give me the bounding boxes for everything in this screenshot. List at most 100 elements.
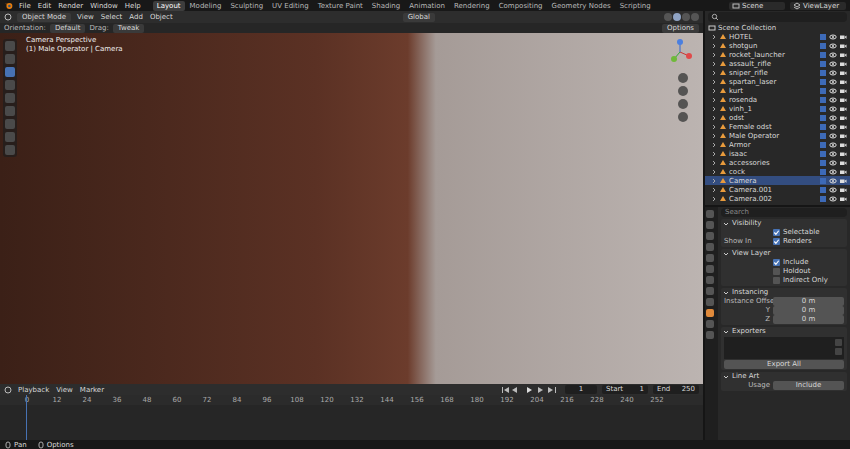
clock-icon[interactable]: [4, 386, 12, 394]
expand-arrow-icon[interactable]: [711, 88, 717, 94]
navigation-gizmo-icon[interactable]: [665, 37, 695, 67]
expand-arrow-icon[interactable]: [711, 187, 717, 193]
move-tool-icon[interactable]: [5, 67, 15, 77]
checkbox-icon[interactable]: [819, 78, 827, 86]
camera-icon[interactable]: [839, 78, 847, 86]
checkbox-icon[interactable]: [819, 195, 827, 203]
checkbox[interactable]: [773, 268, 780, 275]
eye-icon[interactable]: [829, 159, 837, 167]
select-tool-icon[interactable]: [5, 41, 15, 51]
timeline-menu-item[interactable]: Playback: [17, 386, 50, 394]
viewport-menu-item[interactable]: Select: [100, 13, 124, 21]
playback-controls-icon[interactable]: [500, 386, 560, 394]
expand-arrow-icon[interactable]: [711, 52, 717, 58]
properties-tab-icon[interactable]: [706, 287, 714, 295]
menu-item[interactable]: File: [18, 2, 32, 10]
workspace-tab[interactable]: Compositing: [495, 1, 547, 11]
eye-icon[interactable]: [829, 78, 837, 86]
checkbox-icon[interactable]: [819, 69, 827, 77]
checkbox-icon[interactable]: [819, 177, 827, 185]
menu-item[interactable]: Render: [57, 2, 84, 10]
expand-arrow-icon[interactable]: [711, 133, 717, 139]
outliner-item[interactable]: vinh_1: [705, 104, 850, 113]
camera-icon[interactable]: [839, 168, 847, 176]
camera-icon[interactable]: [839, 42, 847, 50]
eye-icon[interactable]: [829, 60, 837, 68]
transform-tool-icon[interactable]: [5, 106, 15, 116]
pan-icon[interactable]: [678, 86, 688, 96]
view-layer-selector[interactable]: ViewLayer: [790, 2, 846, 10]
properties-tab-icon[interactable]: [706, 276, 714, 284]
camera-icon[interactable]: [839, 96, 847, 104]
timeline-menu-item[interactable]: Marker: [79, 386, 105, 394]
expand-arrow-icon[interactable]: [711, 169, 717, 175]
value-field[interactable]: 0 m: [773, 297, 844, 306]
camera-icon[interactable]: [839, 105, 847, 113]
properties-tab-icon[interactable]: [706, 210, 714, 218]
camera-view-icon[interactable]: [678, 99, 688, 109]
eye-icon[interactable]: [829, 105, 837, 113]
eye-icon[interactable]: [829, 168, 837, 176]
properties-tab-icon[interactable]: [706, 320, 714, 328]
add-icon[interactable]: [835, 339, 842, 346]
workspace-tab[interactable]: UV Editing: [268, 1, 313, 11]
outliner-item[interactable]: rosenda: [705, 95, 850, 104]
current-frame-field[interactable]: 1: [565, 385, 597, 394]
checkbox-icon[interactable]: [819, 105, 827, 113]
viewport-menu-item[interactable]: Add: [128, 13, 144, 21]
options-dropdown[interactable]: Options: [662, 24, 699, 33]
viewport-menu-item[interactable]: Object: [149, 13, 174, 21]
outliner-root[interactable]: Scene Collection: [705, 23, 850, 32]
zoom-icon[interactable]: [678, 73, 688, 83]
outliner-item[interactable]: Female odst: [705, 122, 850, 131]
workspace-tab[interactable]: Shading: [368, 1, 404, 11]
checkbox-icon[interactable]: [819, 168, 827, 176]
checkbox-icon[interactable]: [819, 186, 827, 194]
eye-icon[interactable]: [829, 186, 837, 194]
camera-icon[interactable]: [839, 114, 847, 122]
end-frame-field[interactable]: End250: [653, 385, 699, 394]
start-frame-field[interactable]: Start1: [602, 385, 648, 394]
checkbox-icon[interactable]: [819, 150, 827, 158]
outliner-item[interactable]: rocket_launcher: [705, 50, 850, 59]
expand-arrow-icon[interactable]: [711, 142, 717, 148]
eye-icon[interactable]: [829, 123, 837, 131]
checkbox-icon[interactable]: [819, 141, 827, 149]
checkbox-icon[interactable]: [819, 114, 827, 122]
cursor-tool-icon[interactable]: [5, 54, 15, 64]
properties-tab-icon[interactable]: [706, 254, 714, 262]
eye-icon[interactable]: [829, 33, 837, 41]
expand-arrow-icon[interactable]: [711, 160, 717, 166]
mode-dropdown[interactable]: Object Mode: [17, 13, 71, 22]
expand-arrow-icon[interactable]: [711, 70, 717, 76]
expand-arrow-icon[interactable]: [711, 115, 717, 121]
workspace-tab[interactable]: Texture Paint: [314, 1, 367, 11]
workspace-tab[interactable]: Layout: [153, 1, 185, 11]
properties-tab-icon[interactable]: [706, 232, 714, 240]
camera-icon[interactable]: [839, 159, 847, 167]
checkbox-icon[interactable]: [819, 60, 827, 68]
orientation-dropdown[interactable]: Default: [50, 24, 86, 33]
outliner-item[interactable]: shotgun: [705, 41, 850, 50]
workspace-tab[interactable]: Geometry Nodes: [548, 1, 615, 11]
checkbox-icon[interactable]: [819, 51, 827, 59]
outliner-item[interactable]: Camera: [705, 176, 850, 185]
section-header[interactable]: Exporters: [721, 327, 847, 336]
properties-tab-icon[interactable]: [706, 298, 714, 306]
checkbox[interactable]: [773, 259, 780, 266]
add-cube-tool-icon[interactable]: [5, 145, 15, 155]
annotate-tool-icon[interactable]: [5, 119, 15, 129]
camera-icon[interactable]: [839, 177, 847, 185]
checkbox-icon[interactable]: [819, 132, 827, 140]
outliner-item[interactable]: spartan_laser: [705, 77, 850, 86]
workspace-tab[interactable]: Animation: [405, 1, 449, 11]
blender-logo-icon[interactable]: [4, 1, 13, 10]
remove-icon[interactable]: [835, 348, 842, 355]
expand-arrow-icon[interactable]: [711, 196, 717, 202]
timeline-menu-item[interactable]: View: [55, 386, 74, 394]
properties-tab-icon[interactable]: [706, 309, 714, 317]
eye-icon[interactable]: [829, 132, 837, 140]
properties-tab-icon[interactable]: [706, 331, 714, 339]
outliner-item[interactable]: assault_rifle: [705, 59, 850, 68]
camera-icon[interactable]: [839, 141, 847, 149]
